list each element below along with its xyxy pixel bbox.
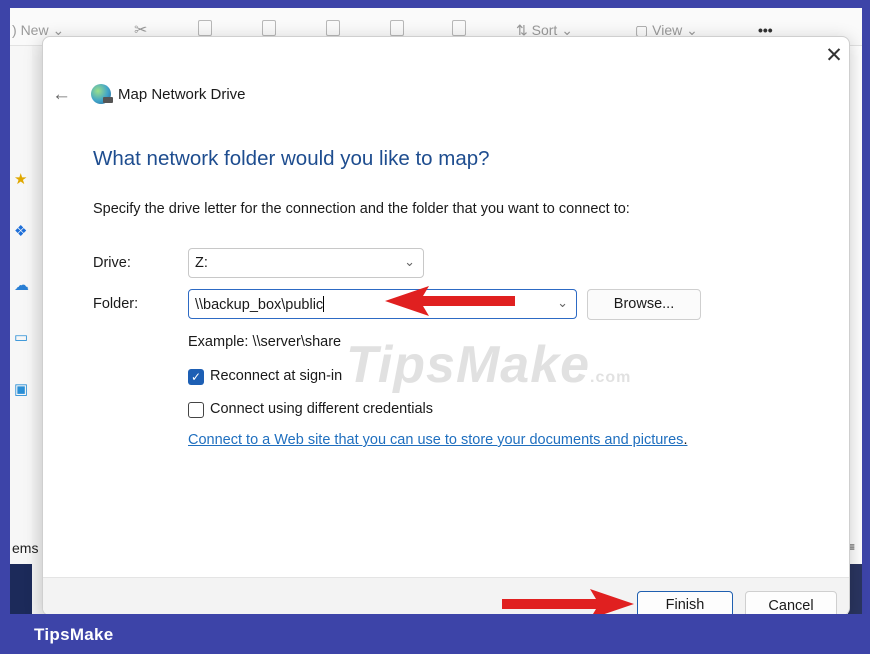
drive-select[interactable]: Z: ⌄ xyxy=(188,248,424,278)
credentials-label: Connect using different credentials xyxy=(210,401,434,417)
drive-value: Z: xyxy=(195,255,208,271)
web-site-link[interactable]: Connect to a Web site that you can use t… xyxy=(188,432,687,448)
right-taskbar-strip xyxy=(848,564,862,614)
rename-icon[interactable] xyxy=(326,20,340,36)
paste-icon[interactable] xyxy=(262,20,276,36)
cancel-button[interactable]: Cancel xyxy=(745,591,837,615)
navigation-pane: ★ ❖ ☁ ▭ ▣ xyxy=(10,46,32,614)
taskbar-strip xyxy=(10,564,32,614)
right-pane-edge xyxy=(848,46,862,614)
reconnect-checkbox[interactable]: ✓ xyxy=(188,369,204,385)
map-network-drive-dialog: ✕ ← Map Network Drive What network folde… xyxy=(42,36,850,616)
copy-icon[interactable] xyxy=(198,20,212,36)
this-pc-icon[interactable]: ▭ xyxy=(14,328,28,346)
frame-left xyxy=(0,0,10,654)
reconnect-label: Reconnect at sign-in xyxy=(210,368,343,384)
delete-icon[interactable] xyxy=(452,20,466,36)
link-period: . xyxy=(683,432,688,448)
watermark-suffix: .com xyxy=(590,369,632,386)
watermark-text: TipsMake xyxy=(346,336,591,394)
network-icon[interactable]: ▣ xyxy=(14,380,28,398)
tipsmake-watermark: TipsMake.com xyxy=(346,335,631,395)
chevron-down-icon: ⌄ xyxy=(557,295,568,310)
new-label: New xyxy=(20,22,49,38)
folder-value: \\backup_box\public xyxy=(195,297,324,313)
web-site-link-text[interactable]: Connect to a Web site that you can use t… xyxy=(188,432,683,448)
browse-button[interactable]: Browse... xyxy=(587,289,701,320)
page-heading: What network folder would you like to ma… xyxy=(93,147,490,170)
dropbox-icon[interactable]: ❖ xyxy=(14,222,27,240)
share-icon[interactable] xyxy=(390,20,404,36)
example-text: Example: \\server\share xyxy=(188,334,342,350)
favorites-star-icon[interactable]: ★ xyxy=(14,170,27,188)
close-button[interactable]: ✕ xyxy=(821,43,847,69)
network-cable-icon xyxy=(103,97,113,103)
back-arrow-icon[interactable]: ← xyxy=(52,84,71,106)
brand-footer: TipsMake xyxy=(0,614,870,654)
frame-top xyxy=(0,0,870,8)
text-caret xyxy=(323,296,325,312)
chevron-down-icon: ⌄ xyxy=(404,254,415,269)
instructions-text: Specify the drive letter for the connect… xyxy=(93,201,630,217)
dialog-title: Map Network Drive xyxy=(118,86,246,103)
frame-right xyxy=(862,0,870,654)
annotation-arrow-folder xyxy=(385,286,515,316)
item-count-fragment: ems xyxy=(12,540,39,556)
drive-label: Drive: xyxy=(93,255,131,271)
onedrive-cloud-icon[interactable]: ☁ xyxy=(14,276,29,294)
folder-label: Folder: xyxy=(93,296,139,312)
finish-button[interactable]: Finish xyxy=(637,591,733,615)
credentials-checkbox[interactable] xyxy=(188,402,204,418)
